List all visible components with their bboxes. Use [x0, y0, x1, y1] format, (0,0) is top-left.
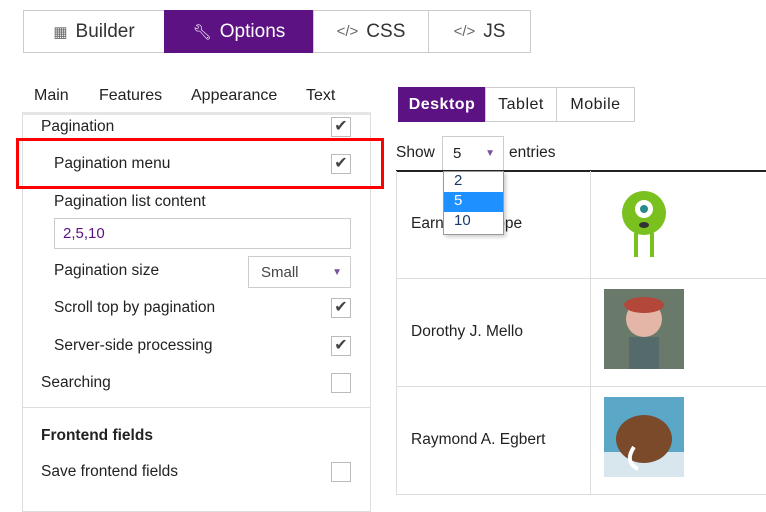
pagination-list-content-input[interactable]: 2,5,10: [54, 218, 351, 249]
tab-label: CSS: [366, 20, 406, 42]
select-value: Small: [261, 263, 299, 281]
device-desktop[interactable]: Desktop: [398, 87, 486, 122]
subtab-features[interactable]: Features: [99, 87, 162, 105]
wrench-icon: 🔧︎: [192, 23, 212, 41]
option-5[interactable]: 5: [444, 192, 503, 212]
name-cell: Raymond A. Egbert: [411, 431, 546, 448]
tab-css[interactable]: </> CSS: [313, 10, 429, 53]
character-image: [604, 289, 684, 369]
monster-image: [622, 191, 666, 257]
tab-label: Builder: [75, 20, 135, 42]
save-frontend-label: Save frontend fields: [41, 463, 179, 480]
pagination-list-content-label: Pagination list content: [54, 193, 206, 210]
table-row: Raymond A. Egbert: [396, 387, 766, 495]
pagination-size-select[interactable]: Small ▼: [248, 256, 351, 288]
server-side-checkbox[interactable]: ✔: [331, 336, 351, 356]
server-side-label: Server-side processing: [54, 337, 213, 354]
divider: [23, 407, 370, 408]
entries-select[interactable]: 5 ▼: [442, 136, 504, 171]
pagination-size-label: Pagination size: [54, 262, 160, 279]
caret-down-icon: ▼: [485, 148, 495, 159]
searching-label: Searching: [41, 374, 111, 391]
subtab-appearance[interactable]: Appearance: [191, 87, 277, 105]
option-10[interactable]: 10: [444, 212, 503, 232]
searching-checkbox[interactable]: [331, 373, 351, 393]
pagination-label: Pagination: [41, 118, 115, 135]
select-value: 5: [453, 145, 462, 162]
code-icon: </>: [336, 23, 359, 40]
entries-dropdown: 2 5 10: [443, 171, 504, 235]
subtab-main[interactable]: Main: [34, 87, 69, 105]
save-frontend-checkbox[interactable]: [331, 462, 351, 482]
device-tablet[interactable]: Tablet: [485, 87, 557, 122]
scroll-top-label: Scroll top by pagination: [54, 299, 216, 316]
table-row: Dorothy J. Mello: [396, 279, 766, 387]
caret-down-icon: ▼: [332, 266, 342, 278]
show-label: Show: [396, 144, 435, 161]
entries-label: entries: [509, 144, 556, 161]
tab-label: Options: [219, 20, 286, 42]
tab-label: JS: [483, 20, 506, 42]
name-cell: Dorothy J. Mello: [411, 323, 523, 340]
grid-icon: ▦: [53, 23, 68, 41]
frontend-fields-heading: Frontend fields: [41, 427, 153, 444]
subtab-text[interactable]: Text: [306, 87, 335, 105]
tab-js[interactable]: </> JS: [428, 10, 531, 53]
tab-builder[interactable]: ▦ Builder: [23, 10, 165, 53]
mammoth-image: [604, 397, 684, 477]
scroll-top-checkbox[interactable]: ✔: [331, 298, 351, 318]
pagination-checkbox[interactable]: ✔: [331, 117, 351, 137]
highlight-box: [16, 138, 384, 189]
tab-options[interactable]: 🔧︎ Options: [164, 10, 314, 53]
option-2[interactable]: 2: [444, 172, 503, 192]
code-icon: </>: [453, 23, 476, 40]
device-mobile[interactable]: Mobile: [556, 87, 635, 122]
